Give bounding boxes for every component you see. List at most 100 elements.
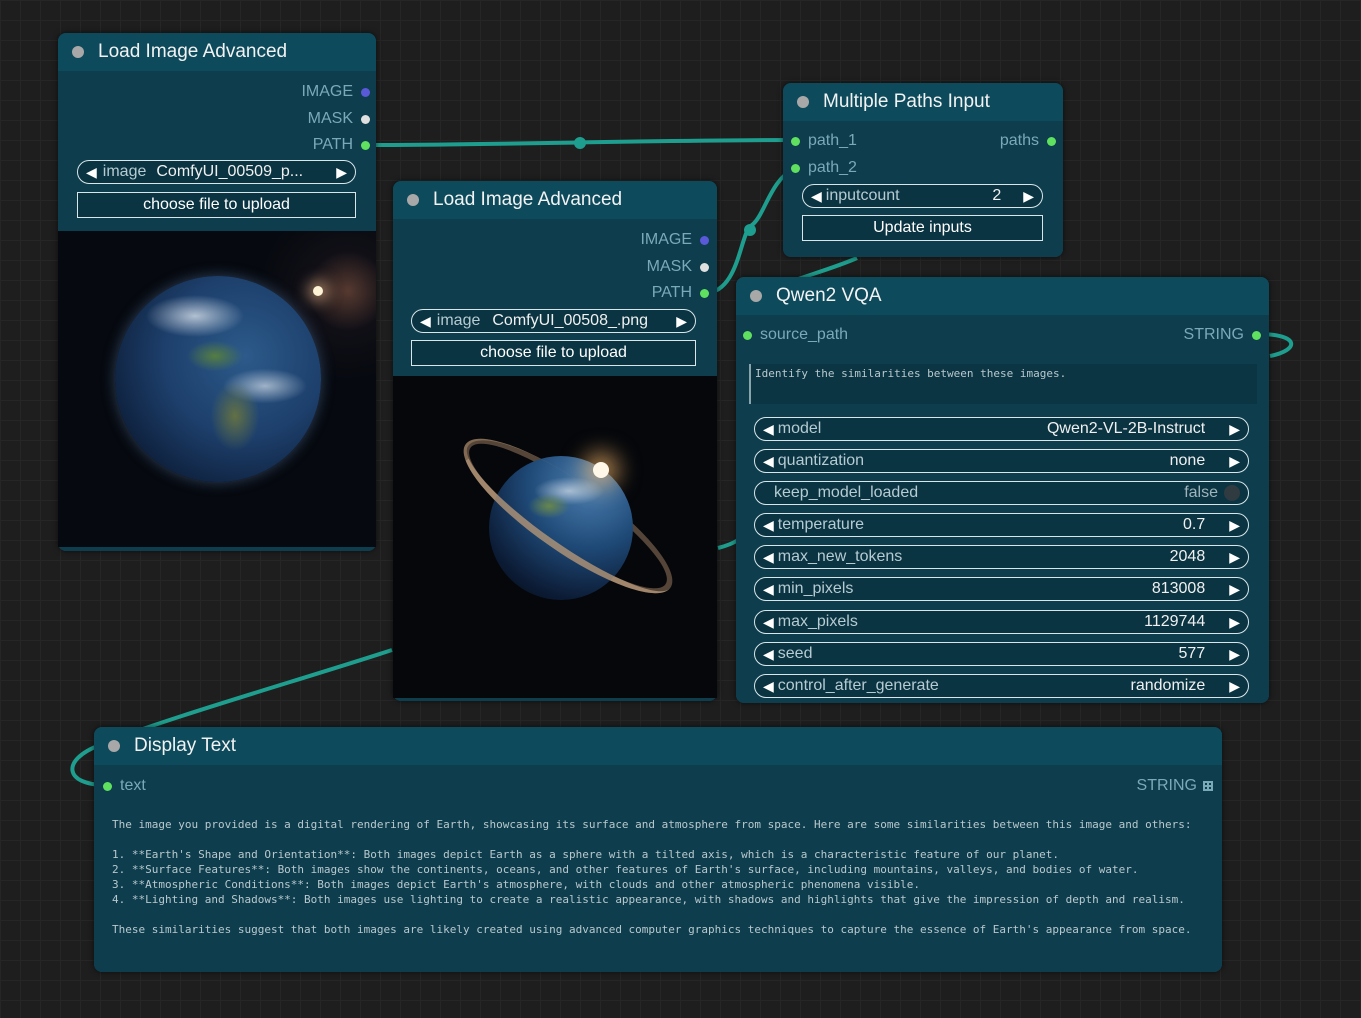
left-arrow-icon[interactable]: ◀ xyxy=(763,453,774,470)
string-slot-dot[interactable] xyxy=(791,136,800,146)
slot-label: MASK xyxy=(646,258,692,275)
right-arrow-icon[interactable]: ▶ xyxy=(336,164,347,181)
model-combo[interactable]: ◀ model Qwen2-VL-2B-Instruct ▶ xyxy=(754,417,1249,441)
right-arrow-icon[interactable]: ▶ xyxy=(1229,421,1240,438)
wire-midpoint-2 xyxy=(744,224,756,236)
output-string[interactable]: STRING xyxy=(1137,777,1213,795)
earth-globe xyxy=(115,276,321,482)
input-text[interactable]: text xyxy=(103,777,146,795)
control-after-generate-combo[interactable]: ◀ control_after_generate randomize ▶ xyxy=(754,674,1249,698)
left-arrow-icon[interactable]: ◀ xyxy=(763,678,774,695)
output-mask[interactable]: MASK xyxy=(647,258,709,276)
left-arrow-icon[interactable]: ◀ xyxy=(420,313,431,330)
string-slot-dot[interactable] xyxy=(1252,330,1261,340)
output-textarea[interactable]: The image you provided is a digital rend… xyxy=(106,811,1210,961)
qwen2-vqa-node[interactable]: Qwen2 VQA source_path STRING Identify th… xyxy=(736,277,1269,703)
output-path[interactable]: PATH xyxy=(313,136,370,154)
input-path-2[interactable]: path_2 xyxy=(791,159,857,177)
widget-value: ComfyUI_00508_.png xyxy=(492,312,649,329)
widget-label: model xyxy=(777,420,822,437)
keep-model-loaded-toggle[interactable]: keep_model_loaded false xyxy=(754,481,1249,505)
left-arrow-icon[interactable]: ◀ xyxy=(763,581,774,598)
right-arrow-icon[interactable]: ▶ xyxy=(1229,614,1240,631)
min-pixels-stepper[interactable]: ◀ min_pixels 813008 ▶ xyxy=(754,577,1249,601)
left-arrow-icon[interactable]: ◀ xyxy=(763,421,774,438)
node-header[interactable]: Qwen2 VQA xyxy=(736,277,1269,315)
right-arrow-icon[interactable]: ▶ xyxy=(1229,517,1240,534)
output-paths[interactable]: paths xyxy=(1000,132,1056,150)
string-slot-dot[interactable] xyxy=(791,163,800,173)
string-slot-dot[interactable] xyxy=(700,288,709,298)
image-combo[interactable]: ◀ image ComfyUI_00509_p... ▶ xyxy=(77,160,356,184)
upload-button[interactable]: choose file to upload xyxy=(411,340,696,366)
image-slot-dot[interactable] xyxy=(700,235,709,245)
right-arrow-icon[interactable]: ▶ xyxy=(1229,549,1240,566)
temperature-stepper[interactable]: ◀ temperature 0.7 ▶ xyxy=(754,513,1249,537)
slot-label: PATH xyxy=(312,136,353,153)
output-path[interactable]: PATH xyxy=(652,284,709,302)
star-glow xyxy=(313,286,323,296)
left-arrow-icon[interactable]: ◀ xyxy=(763,614,774,631)
collapse-dot-icon[interactable] xyxy=(72,46,84,58)
load-image-node-1[interactable]: Load Image Advanced IMAGE MASK PATH ◀ im… xyxy=(58,33,376,551)
widget-value: ComfyUI_00509_p... xyxy=(156,163,304,180)
widget-label: control_after_generate xyxy=(777,677,939,694)
widget-value: 0.7 xyxy=(1182,516,1206,533)
multiple-paths-node[interactable]: Multiple Paths Input path_1 path_2 paths… xyxy=(783,83,1063,257)
load-image-node-2[interactable]: Load Image Advanced IMAGE MASK PATH ◀ im… xyxy=(393,181,717,701)
grid-icon[interactable] xyxy=(1203,781,1213,791)
widget-label: quantization xyxy=(777,452,865,469)
image-slot-dot[interactable] xyxy=(361,87,370,97)
node-header[interactable]: Load Image Advanced xyxy=(393,181,717,219)
node-header[interactable]: Load Image Advanced xyxy=(58,33,376,71)
input-path-1[interactable]: path_1 xyxy=(791,132,857,150)
left-arrow-icon[interactable]: ◀ xyxy=(86,164,97,181)
inputcount-stepper[interactable]: ◀ inputcount 2 ▶ xyxy=(802,184,1043,208)
left-arrow-icon[interactable]: ◀ xyxy=(763,646,774,663)
left-arrow-icon[interactable]: ◀ xyxy=(811,188,822,205)
collapse-dot-icon[interactable] xyxy=(750,290,762,302)
display-text-node[interactable]: Display Text text STRING The image you p… xyxy=(94,727,1222,972)
output-mask[interactable]: MASK xyxy=(308,110,370,128)
sun-flare xyxy=(593,462,609,478)
output-image[interactable]: IMAGE xyxy=(640,231,709,249)
right-arrow-icon[interactable]: ▶ xyxy=(1229,453,1240,470)
node-header[interactable]: Multiple Paths Input xyxy=(783,83,1063,121)
quantization-combo[interactable]: ◀ quantization none ▶ xyxy=(754,449,1249,473)
collapse-dot-icon[interactable] xyxy=(108,740,120,752)
wire-path1-to-paths xyxy=(364,138,796,147)
right-arrow-icon[interactable]: ▶ xyxy=(676,313,687,330)
right-arrow-icon[interactable]: ▶ xyxy=(1229,678,1240,695)
upload-button[interactable]: choose file to upload xyxy=(77,192,356,218)
right-arrow-icon[interactable]: ▶ xyxy=(1023,188,1034,205)
max-new-tokens-stepper[interactable]: ◀ max_new_tokens 2048 ▶ xyxy=(754,545,1249,569)
prompt-text: Identify the similarities between these … xyxy=(755,367,1067,380)
widget-label: temperature xyxy=(777,516,865,533)
right-arrow-icon[interactable]: ▶ xyxy=(1229,581,1240,598)
output-string[interactable]: STRING xyxy=(1184,326,1261,344)
max-pixels-stepper[interactable]: ◀ max_pixels 1129744 ▶ xyxy=(754,610,1249,634)
toggle-off-icon[interactable] xyxy=(1224,485,1240,501)
right-arrow-icon[interactable]: ▶ xyxy=(1229,646,1240,663)
mask-slot-dot[interactable] xyxy=(361,114,370,124)
prompt-textarea[interactable]: Identify the similarities between these … xyxy=(749,364,1257,404)
string-slot-dot[interactable] xyxy=(743,330,752,340)
widget-value: 2048 xyxy=(1169,548,1206,565)
left-arrow-icon[interactable]: ◀ xyxy=(763,549,774,566)
left-arrow-icon[interactable]: ◀ xyxy=(763,517,774,534)
slot-label: text xyxy=(120,777,146,794)
widget-value: Qwen2-VL-2B-Instruct xyxy=(1046,420,1206,437)
node-header[interactable]: Display Text xyxy=(94,727,1222,765)
input-source-path[interactable]: source_path xyxy=(743,326,848,344)
output-image[interactable]: IMAGE xyxy=(301,83,370,101)
seed-stepper[interactable]: ◀ seed 577 ▶ xyxy=(754,642,1249,666)
image-combo[interactable]: ◀ image ComfyUI_00508_.png ▶ xyxy=(411,309,696,333)
collapse-dot-icon[interactable] xyxy=(407,194,419,206)
string-slot-dot[interactable] xyxy=(1047,136,1056,146)
collapse-dot-icon[interactable] xyxy=(797,96,809,108)
slot-label: STRING xyxy=(1183,326,1244,343)
string-slot-dot[interactable] xyxy=(361,140,370,150)
mask-slot-dot[interactable] xyxy=(700,262,709,272)
string-slot-dot[interactable] xyxy=(103,781,112,791)
update-inputs-button[interactable]: Update inputs xyxy=(802,215,1043,241)
